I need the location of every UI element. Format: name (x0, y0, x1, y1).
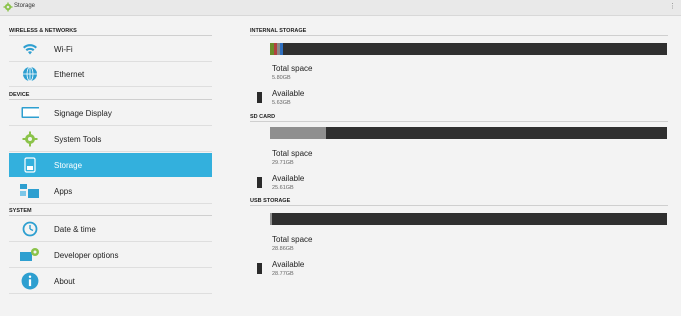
usb-available-label[interactable]: Available (272, 260, 304, 269)
internal-storage-header: INTERNAL STORAGE (250, 28, 668, 36)
available-swatch (257, 92, 262, 103)
sidebar-item-label: Wi-Fi (54, 45, 73, 54)
overflow-menu-icon[interactable]: ⋮ (669, 2, 676, 12)
usb-storage-header: USB STORAGE (250, 198, 668, 206)
settings-gear-icon (3, 2, 13, 12)
sidebar-item-date-time[interactable]: Date & time (9, 217, 212, 242)
settings-sidebar: WIRELESS & NETWORKS Wi-Fi Ethernet DEVIC… (0, 16, 230, 316)
sd-card-usage-bar (270, 127, 667, 139)
sidebar-item-label: Developer options (54, 251, 119, 260)
usb-storage-usage-bar (270, 213, 667, 225)
sidebar-item-apps[interactable]: Apps (9, 179, 212, 204)
section-system: SYSTEM (9, 208, 212, 216)
internal-total-value: 5.80GB (272, 75, 291, 81)
sidebar-item-system-tools[interactable]: System Tools (9, 127, 212, 152)
sidebar-item-label: System Tools (54, 135, 102, 144)
app-title-bar: Storage ⋮ (0, 0, 681, 16)
available-swatch (257, 263, 262, 274)
sd-total-value: 29.71GB (272, 160, 294, 166)
sidebar-item-label: Signage Display (54, 109, 112, 118)
sidebar-item-storage[interactable]: Storage (9, 153, 212, 177)
sidebar-item-ethernet[interactable]: Ethernet (9, 62, 212, 87)
storage-icon (24, 157, 36, 173)
sidebar-item-label: Storage (54, 161, 83, 170)
sidebar-item-label: Date & time (54, 225, 96, 234)
usage-segment-used (270, 127, 326, 139)
globe-icon (23, 66, 37, 82)
usage-segment-other (280, 43, 283, 55)
sidebar-item-about[interactable]: About (9, 269, 212, 294)
usb-total-label[interactable]: Total space (272, 235, 312, 244)
apps-icon (20, 184, 39, 198)
developer-gear-icon (20, 248, 39, 261)
section-wireless-networks: WIRELESS & NETWORKS (9, 28, 212, 36)
wifi-icon (23, 44, 37, 55)
sd-available-label[interactable]: Available (272, 174, 304, 183)
usage-segment-used (270, 213, 272, 225)
gear-icon (22, 131, 38, 147)
internal-available-label[interactable]: Available (272, 89, 304, 98)
internal-total-label[interactable]: Total space (272, 64, 312, 73)
sidebar-item-label: Apps (54, 187, 73, 196)
sidebar-item-label: About (54, 277, 75, 286)
clock-icon (22, 221, 38, 237)
section-device: DEVICE (9, 92, 212, 100)
sidebar-item-wifi[interactable]: Wi-Fi (9, 37, 212, 62)
display-icon (21, 107, 39, 118)
sidebar-item-developer-options[interactable]: Developer options (9, 243, 212, 268)
internal-available-value: 5.63GB (272, 100, 291, 106)
sidebar-item-label: Ethernet (54, 70, 85, 79)
storage-panel: INTERNAL STORAGE Total space 5.80GB Avai… (250, 16, 670, 316)
sd-total-label[interactable]: Total space (272, 149, 312, 158)
sd-card-header: SD CARD (250, 114, 668, 122)
info-icon (21, 272, 39, 290)
internal-storage-usage-bar (270, 43, 667, 55)
usb-available-value: 28.77GB (272, 271, 294, 277)
app-title: Storage (14, 3, 36, 9)
sd-available-value: 25.61GB (272, 185, 294, 191)
sidebar-item-signage-display[interactable]: Signage Display (9, 101, 212, 126)
available-swatch (257, 177, 262, 188)
usb-total-value: 28.86GB (272, 246, 294, 252)
